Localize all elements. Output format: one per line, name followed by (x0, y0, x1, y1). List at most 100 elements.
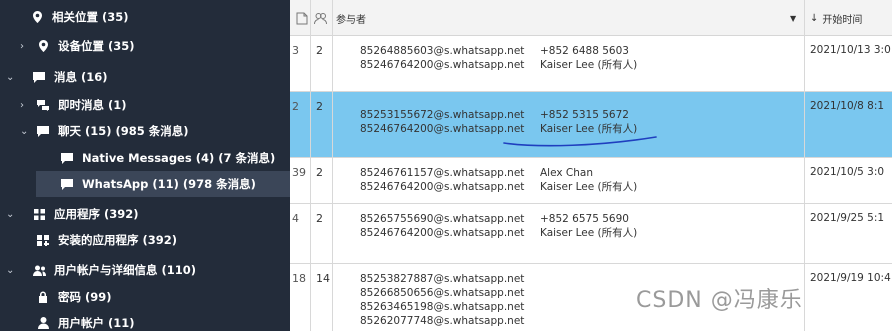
start-time-cell: 2021/9/19 10:4 (810, 272, 891, 284)
tree-item-label: 设备位置 (35) (58, 39, 135, 53)
tree-item-related-locations[interactable]: 相关位置 (35) (0, 4, 290, 30)
participant-count-cell: 2 (316, 166, 323, 179)
participant-name: Alex Chan (540, 167, 594, 179)
message-icon (60, 151, 74, 165)
participant-line: 85263465198@s.whatsapp.net (360, 300, 540, 314)
users-icon (32, 263, 46, 277)
participant-address: 85246764200@s.whatsapp.net (360, 59, 525, 71)
watermark-text: CSDN @冯康乐 (636, 288, 803, 313)
tree-item-label: 相关位置 (35) (52, 10, 129, 24)
tree-item-native-messages[interactable]: Native Messages (4) (7 条消息) (0, 145, 290, 171)
participant-count-cell: 2 (316, 212, 323, 225)
participant-address: 85246764200@s.whatsapp.net (360, 181, 525, 193)
tree-item-label: 用户帐户与详细信息 (110) (54, 263, 197, 277)
tree-item-installed-apps[interactable]: 安装的应用程序 (392) (0, 227, 290, 253)
start-time-cell: 2021/10/13 3:0 (810, 44, 891, 56)
tree-item-chats[interactable]: ⌄ 聊天 (15) (985 条消息) (0, 118, 290, 144)
participant-name: +852 6575 5690 (540, 213, 629, 225)
start-time-cell: 2021/10/5 3:0 (810, 166, 885, 178)
participant-line: 85265755690@s.whatsapp.net +852 6575 5690 (360, 212, 637, 226)
participant-address: 85246764200@s.whatsapp.net (360, 227, 525, 239)
participants-header-label: 参与者 (336, 14, 366, 26)
chevron-down-icon[interactable]: ⌄ (6, 72, 14, 83)
chevron-down-icon[interactable]: ⌄ (20, 126, 28, 137)
participant-line: 85246764200@s.whatsapp.net Kaiser Lee (所有… (360, 180, 637, 194)
participant-count-column-icon[interactable] (314, 0, 327, 36)
start-time-header-label: 开始时间 (822, 14, 863, 26)
table-row[interactable]: 4 2 85265755690@s.whatsapp.net +852 6575 … (290, 204, 892, 264)
start-time-cell: 2021/10/8 8:1 (810, 100, 885, 112)
participant-address: 85262077748@s.whatsapp.net (360, 315, 525, 327)
participant-name: Kaiser Lee (所有人) (540, 59, 638, 71)
chevron-down-icon[interactable]: ⌄ (6, 265, 14, 276)
tree-item-label: 应用程序 (392) (54, 207, 139, 221)
participant-address: 85253827887@s.whatsapp.net (360, 273, 525, 285)
participant-line: 85253827887@s.whatsapp.net (360, 272, 540, 286)
participant-name: Kaiser Lee (所有人) (540, 181, 638, 193)
participant-address: 85246761157@s.whatsapp.net (360, 167, 525, 179)
table-row[interactable]: 39 2 85246761157@s.whatsapp.net Alex Chan… (290, 158, 892, 204)
tree-item-device-locations[interactable]: › 设备位置 (35) (0, 33, 290, 59)
participant-line: 85266850656@s.whatsapp.net (360, 286, 540, 300)
participant-address: 85266850656@s.whatsapp.net (360, 287, 525, 299)
row-index-cell: 3 (292, 44, 299, 57)
chevron-down-icon[interactable]: ⌄ (6, 209, 14, 220)
tree-item-label: 即时消息 (1) (58, 98, 127, 112)
filter-dropdown-icon[interactable]: ▼ (790, 0, 796, 36)
column-divider (332, 0, 333, 331)
row-index-cell: 4 (292, 212, 299, 225)
chat-bubbles-icon (36, 98, 50, 112)
participants-column-header[interactable]: 参与者 (336, 0, 366, 36)
participant-name: Kaiser Lee (所有人) (540, 227, 638, 239)
participants-cell: 85264885603@s.whatsapp.net +852 6488 5603… (360, 44, 637, 72)
participant-line: 85262077748@s.whatsapp.net (360, 314, 540, 328)
tree-item-passwords[interactable]: 密码 (99) (0, 284, 290, 310)
start-time-cell: 2021/9/25 5:1 (810, 212, 885, 224)
table-row-selected[interactable]: 2 2 85253155672@s.whatsapp.net +852 5315 … (290, 92, 892, 158)
message-icon (32, 70, 46, 84)
participant-address: 85253155672@s.whatsapp.net (360, 109, 525, 121)
lock-icon (36, 290, 50, 304)
participant-count-cell: 14 (316, 272, 330, 285)
participant-line: 85246761157@s.whatsapp.net Alex Chan (360, 166, 637, 180)
tree-item-messages[interactable]: ⌄ 消息 (16) (0, 64, 290, 90)
table-row[interactable]: 3 2 85264885603@s.whatsapp.net +852 6488 … (290, 36, 892, 92)
handwritten-underline-annotation (503, 136, 657, 147)
participants-cell: 85265755690@s.whatsapp.net +852 6575 5690… (360, 212, 637, 240)
chevron-right-icon[interactable]: › (20, 41, 24, 52)
participants-cell: 85253827887@s.whatsapp.net 85266850656@s… (360, 272, 540, 328)
participant-address: 85263465198@s.whatsapp.net (360, 301, 525, 313)
message-icon (36, 124, 50, 138)
column-divider (804, 0, 805, 331)
row-index-cell: 2 (292, 100, 299, 113)
location-pin-icon (36, 39, 50, 53)
participants-cell: 85253155672@s.whatsapp.net +852 5315 5672… (360, 108, 637, 136)
location-pin-icon (30, 10, 44, 24)
tree-item-whatsapp[interactable]: WhatsApp (11) (978 条消息) (36, 171, 290, 197)
tree-item-label: 聊天 (15) (985 条消息) (58, 124, 189, 138)
tree-item-user-accounts-details[interactable]: ⌄ 用户帐户与详细信息 (110) (0, 257, 290, 283)
navigation-tree: 相关位置 (35) › 设备位置 (35) ⌄ 消息 (16) › 即时消息 (… (0, 0, 290, 331)
tree-item-label: 消息 (16) (54, 70, 108, 84)
participant-line: 85253155672@s.whatsapp.net +852 5315 5672 (360, 108, 637, 122)
tree-item-instant-messages[interactable]: › 即时消息 (1) (0, 92, 290, 118)
tree-item-label: 密码 (99) (58, 290, 112, 304)
row-index-cell: 18 (292, 272, 306, 285)
participant-line: 85264885603@s.whatsapp.net +852 6488 5603 (360, 44, 637, 58)
tree-item-applications[interactable]: ⌄ 应用程序 (392) (0, 201, 290, 227)
participant-name: +852 6488 5603 (540, 45, 629, 57)
tree-item-label: WhatsApp (11) (978 条消息) (82, 177, 256, 191)
tree-item-label: Native Messages (4) (7 条消息) (82, 151, 276, 165)
participant-line: 85246764200@s.whatsapp.net Kaiser Lee (所有… (360, 58, 637, 72)
attachment-column-icon[interactable] (296, 0, 308, 36)
apps-grid-icon (32, 207, 46, 221)
participant-count-cell: 2 (316, 100, 323, 113)
start-time-column-header[interactable]: ↓ 开始时间 (810, 0, 862, 36)
grid-header: 参与者 ▼ ↓ 开始时间 (290, 0, 892, 36)
message-icon (60, 177, 74, 191)
participant-address: 85264885603@s.whatsapp.net (360, 45, 525, 57)
tree-item-user-accounts[interactable]: 用户帐户 (11) (0, 310, 290, 331)
sort-arrow-icon: ↓ (810, 12, 819, 24)
chevron-right-icon[interactable]: › (20, 100, 24, 111)
user-icon (36, 316, 50, 330)
